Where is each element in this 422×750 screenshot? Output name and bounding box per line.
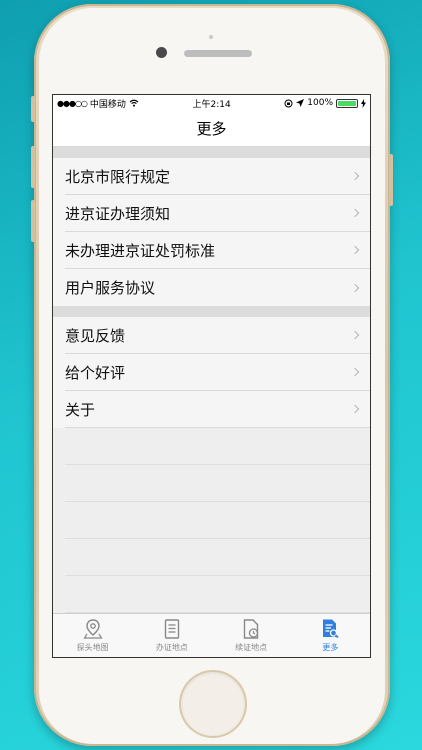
navigation-bar: 更多 [53, 111, 370, 147]
tab-label: 更多 [322, 643, 339, 652]
list-item-beijing-traffic-rules[interactable]: 北京市限行规定 [65, 158, 370, 195]
chevron-right-icon [350, 208, 360, 218]
document-clock-icon [243, 619, 259, 639]
empty-row [65, 539, 370, 576]
list-item-feedback[interactable]: 意见反馈 [65, 317, 370, 354]
empty-row [65, 428, 370, 465]
chevron-right-icon [350, 283, 360, 292]
list-item-label: 关于 [65, 400, 96, 419]
map-pin-icon [83, 619, 103, 639]
chevron-right-icon [350, 330, 360, 340]
tab-more[interactable]: 更多 [291, 614, 370, 657]
list-item-label: 未办理进京证处罚标准 [65, 241, 216, 260]
chevron-right-icon [350, 245, 360, 255]
document-search-icon [323, 619, 340, 639]
volume-up-button [31, 146, 35, 188]
document-icon [164, 619, 180, 639]
location-icon [296, 99, 305, 107]
list-item-user-agreement[interactable]: 用户服务协议 [65, 269, 370, 306]
list-item-rate-app[interactable]: 给个好评 [65, 354, 370, 391]
list-item-permit-instructions[interactable]: 进京证办理须知 [65, 195, 370, 232]
tab-label: 续证地点 [235, 643, 268, 652]
tab-probe-map[interactable]: 探头地图 [53, 614, 132, 657]
carrier-name: 中国移动 [89, 99, 126, 110]
battery-icon [336, 98, 358, 108]
home-button[interactable] [181, 672, 245, 736]
empty-row [65, 502, 370, 539]
empty-list-area [53, 428, 370, 624]
list-item-label: 进京证办理须知 [65, 204, 171, 223]
list-item-label: 意见反馈 [65, 326, 126, 345]
settings-group-2: 意见反馈 给个好评 关于 [53, 317, 370, 428]
front-camera [156, 47, 167, 58]
mute-switch [31, 96, 35, 122]
empty-row [65, 465, 370, 502]
empty-row [65, 576, 370, 613]
page-title: 更多 [196, 120, 227, 138]
wifi-icon [129, 99, 139, 107]
app-screen: ●●●○○ 中国移动 上午2:14 100% 更多 北京市限行规定 进京证办理须… [52, 94, 371, 658]
status-time: 上午2:14 [192, 99, 231, 110]
chevron-right-icon [350, 171, 360, 181]
tab-permit-office[interactable]: 办证地点 [132, 614, 211, 657]
status-bar: ●●●○○ 中国移动 上午2:14 100% [53, 95, 370, 111]
section-separator [53, 306, 370, 317]
proximity-sensor [209, 35, 213, 39]
power-button [389, 154, 393, 206]
tab-label: 办证地点 [155, 643, 188, 652]
battery-level [338, 100, 356, 106]
chevron-right-icon [350, 367, 360, 377]
settings-group-1: 北京市限行规定 进京证办理须知 未办理进京证处罚标准 用户服务协议 [53, 158, 370, 306]
tab-label: 探头地图 [76, 643, 109, 652]
tab-bar: 探头地图 办证地点 续证地点 更多 [53, 613, 370, 657]
signal-strength: ●●●○○ [57, 98, 88, 108]
list-item-label: 用户服务协议 [65, 279, 156, 297]
list-item-label: 北京市限行规定 [65, 167, 171, 186]
charging-icon [361, 98, 366, 108]
list-item-about[interactable]: 关于 [65, 391, 370, 428]
battery-percentage: 100% [307, 98, 333, 108]
section-separator [53, 147, 370, 158]
volume-down-button [31, 200, 35, 242]
chevron-right-icon [350, 404, 360, 414]
list-item-penalty-standards[interactable]: 未办理进京证处罚标准 [65, 232, 370, 269]
tab-renewal-office[interactable]: 续证地点 [212, 614, 291, 657]
rotation-lock-icon [284, 99, 293, 107]
earpiece-speaker [184, 50, 252, 57]
list-item-label: 给个好评 [65, 363, 126, 382]
